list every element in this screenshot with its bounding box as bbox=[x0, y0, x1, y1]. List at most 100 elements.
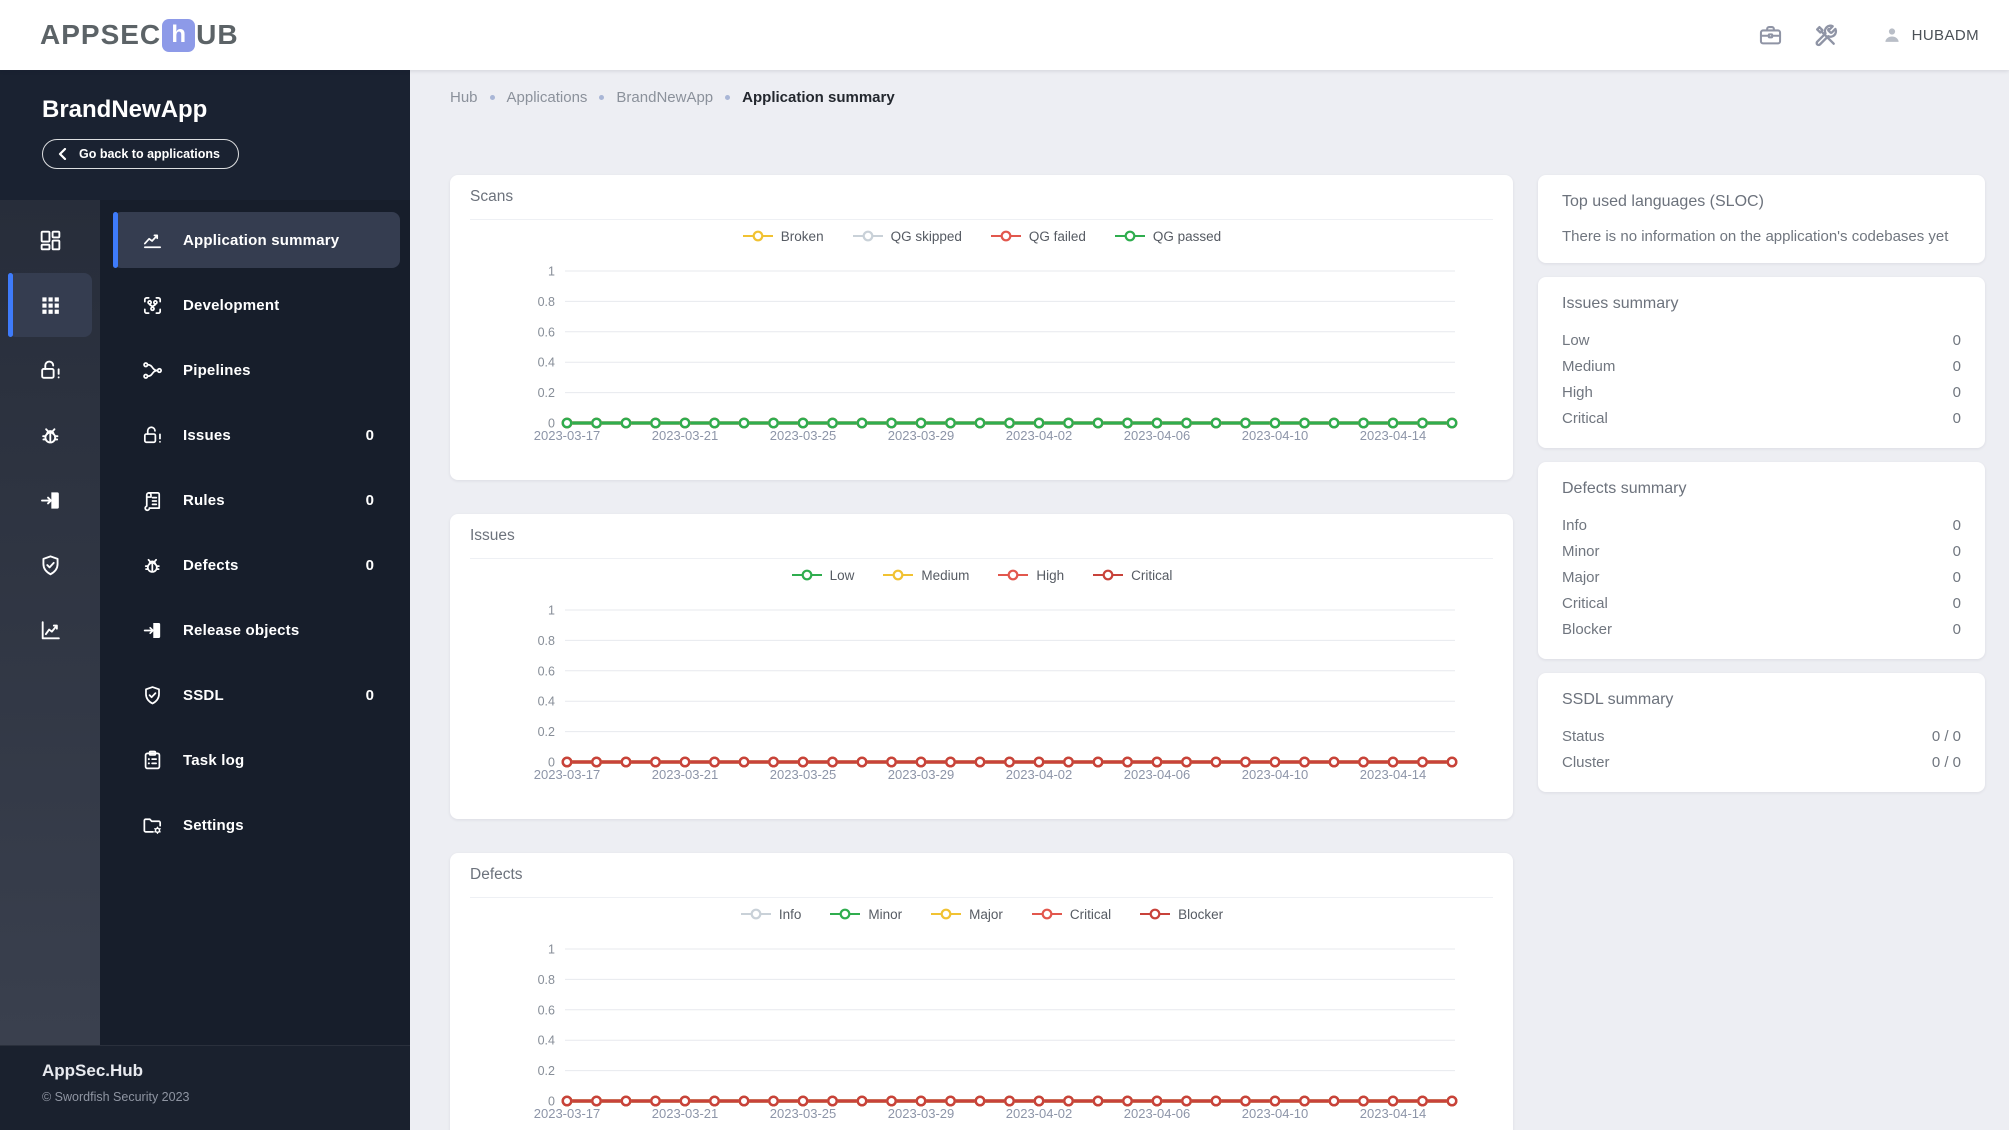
rail-item-chart-axes[interactable] bbox=[8, 598, 92, 662]
svg-text:0.2: 0.2 bbox=[538, 386, 555, 400]
legend-marker-icon bbox=[852, 230, 883, 242]
legend-label: Info bbox=[778, 906, 802, 922]
svg-text:2023-03-17: 2023-03-17 bbox=[534, 1106, 601, 1121]
sidebar-item-defects[interactable]: Defects 0 bbox=[113, 537, 400, 593]
sidebar-item-development[interactable]: Development bbox=[113, 277, 400, 333]
unlock-alert-icon bbox=[141, 424, 164, 447]
menu-item-label: SSDL bbox=[183, 686, 224, 704]
footer-brand: AppSec.Hub bbox=[42, 1061, 144, 1080]
sidebar-item-rules[interactable]: Rules 0 bbox=[113, 472, 400, 528]
svg-text:2023-03-17: 2023-03-17 bbox=[534, 428, 601, 443]
scans-line-chart: 10.80.60.40.202023-03-17 2023-03-21 2023-0… bbox=[534, 265, 1458, 443]
tools-icon[interactable] bbox=[1812, 22, 1839, 49]
menu-item-count: 0 bbox=[365, 686, 374, 704]
logo-h-icon: h bbox=[162, 18, 196, 52]
sidebar-item-release-objects[interactable]: Release objects bbox=[113, 602, 400, 658]
clipboard-icon bbox=[141, 749, 164, 772]
summary-row-value: 0 / 0 bbox=[1931, 728, 1961, 745]
sidebar-item-pipelines[interactable]: Pipelines bbox=[113, 342, 400, 398]
summary-row-critical: Critical 0 bbox=[1562, 591, 1961, 617]
rail-item-bug[interactable] bbox=[8, 403, 92, 467]
top-used-languages-sloc-panel: Top used languages (SLOC) There is no inf… bbox=[1538, 175, 1985, 263]
legend-marker-icon bbox=[990, 230, 1021, 242]
summary-row-label: Status bbox=[1562, 728, 1605, 745]
legend-item-blocker[interactable]: Blocker bbox=[1139, 907, 1223, 922]
username: HUBADM bbox=[1911, 26, 1979, 44]
rail-item-exit[interactable] bbox=[8, 468, 92, 532]
legend-item-qg-passed[interactable]: QG passed bbox=[1114, 229, 1221, 244]
legend-item-minor[interactable]: Minor bbox=[829, 907, 902, 922]
rail-item-unlock-alert[interactable] bbox=[8, 338, 92, 402]
defects-summary-panel: Defects summary Info 0 Minor 0 Major 0 Critical… bbox=[1538, 462, 1985, 659]
sidebar-item-ssdl[interactable]: SSDL 0 bbox=[113, 667, 400, 723]
scans-chart-card: Scans Broken QG skipped QG failed QG passed 1… bbox=[450, 175, 1513, 480]
legend-item-qg-failed[interactable]: QG failed bbox=[990, 229, 1086, 244]
rail-item-grid[interactable] bbox=[8, 273, 92, 337]
svg-text:0.6: 0.6 bbox=[538, 664, 555, 678]
summary-row-status: Status 0 / 0 bbox=[1562, 724, 1961, 750]
legend-item-critical[interactable]: Critical bbox=[1031, 907, 1111, 922]
summary-row-label: Critical bbox=[1562, 595, 1608, 612]
summary-row-critical: Critical 0 bbox=[1562, 406, 1961, 432]
sidebar-item-task-log[interactable]: Task log bbox=[113, 732, 400, 788]
logo-text-left: APPSEC bbox=[40, 19, 162, 50]
breadcrumb-brandnewapp[interactable]: BrandNewApp bbox=[616, 89, 713, 106]
legend-item-high[interactable]: High bbox=[997, 568, 1064, 583]
legend-item-critical[interactable]: Critical bbox=[1092, 568, 1172, 583]
legend-marker-icon bbox=[1031, 908, 1062, 920]
panel-title: Top used languages (SLOC) bbox=[1562, 193, 1764, 210]
chart-title: Defects bbox=[470, 866, 523, 883]
legend-label: Broken bbox=[780, 228, 824, 244]
chart-title: Scans bbox=[470, 188, 514, 205]
summary-row-info: Info 0 bbox=[1562, 513, 1961, 539]
briefcase-icon[interactable] bbox=[1757, 22, 1784, 49]
breadcrumb-applications[interactable]: Applications bbox=[507, 89, 588, 106]
chart-card-header: Scans bbox=[470, 175, 1493, 220]
grid-icon bbox=[38, 293, 63, 318]
svg-text:2023-04-02: 2023-04-02 bbox=[1006, 1106, 1073, 1121]
legend-label: High bbox=[1036, 567, 1065, 583]
rail-item-shield-check[interactable] bbox=[8, 533, 92, 597]
svg-text:2023-04-10: 2023-04-10 bbox=[1242, 1106, 1309, 1121]
menu-item-label: Task log bbox=[183, 751, 245, 769]
menu-item-label: Pipelines bbox=[183, 361, 251, 379]
legend-item-info[interactable]: Info bbox=[740, 906, 802, 922]
legend-item-major[interactable]: Major bbox=[930, 907, 1003, 922]
menu-item-label: Issues bbox=[183, 426, 231, 444]
summary-row-value: 0 bbox=[1952, 358, 1961, 375]
rail-item-dashboard[interactable] bbox=[8, 208, 92, 272]
shield-check-icon bbox=[141, 684, 164, 707]
legend-item-broken[interactable]: Broken bbox=[742, 229, 824, 244]
summary-row-value: 0 bbox=[1952, 332, 1961, 349]
sidebar-item-issues[interactable]: Issues 0 bbox=[113, 407, 400, 463]
legend-marker-icon bbox=[1093, 569, 1124, 581]
user-menu[interactable]: HUBADM bbox=[1881, 24, 1979, 46]
legend-marker-icon bbox=[742, 230, 773, 242]
summary-row-label: Cluster bbox=[1562, 754, 1610, 771]
summary-column: Top used languages (SLOC) There is no inf… bbox=[1538, 175, 1985, 806]
breadcrumb-separator bbox=[489, 94, 495, 100]
chart-title: Issues bbox=[470, 527, 515, 544]
panel-title: SSDL summary bbox=[1562, 691, 1674, 708]
legend-item-medium[interactable]: Medium bbox=[882, 568, 969, 583]
breadcrumb-hub[interactable]: Hub bbox=[450, 89, 478, 106]
legend-item-low[interactable]: Low bbox=[791, 568, 854, 583]
breadcrumb-separator bbox=[599, 94, 605, 100]
svg-text:2023-04-02: 2023-04-02 bbox=[1006, 428, 1073, 443]
sidebar-item-settings[interactable]: Settings bbox=[113, 797, 400, 853]
logo-text-right: UB bbox=[196, 19, 239, 50]
svg-text:2023-04-14: 2023-04-14 bbox=[1360, 767, 1427, 782]
summary-row-cluster: Cluster 0 / 0 bbox=[1562, 750, 1961, 776]
shield-check-icon bbox=[38, 553, 63, 578]
svg-text:2023-03-21: 2023-03-21 bbox=[652, 767, 719, 782]
breadcrumb-separator bbox=[725, 94, 731, 100]
summary-row-high: High 0 bbox=[1562, 380, 1961, 406]
legend-item-qg-skipped[interactable]: QG skipped bbox=[852, 229, 962, 244]
menu-item-count: 0 bbox=[365, 491, 374, 509]
sidebar-item-application-summary[interactable]: Application summary bbox=[113, 212, 400, 268]
menu-item-label: Defects bbox=[183, 556, 239, 574]
app-logo[interactable]: APPSEC h UB bbox=[40, 18, 239, 52]
svg-text:0.2: 0.2 bbox=[538, 725, 555, 739]
svg-text:0.6: 0.6 bbox=[538, 1003, 555, 1017]
back-to-applications-button[interactable]: Go back to applications bbox=[42, 139, 239, 169]
